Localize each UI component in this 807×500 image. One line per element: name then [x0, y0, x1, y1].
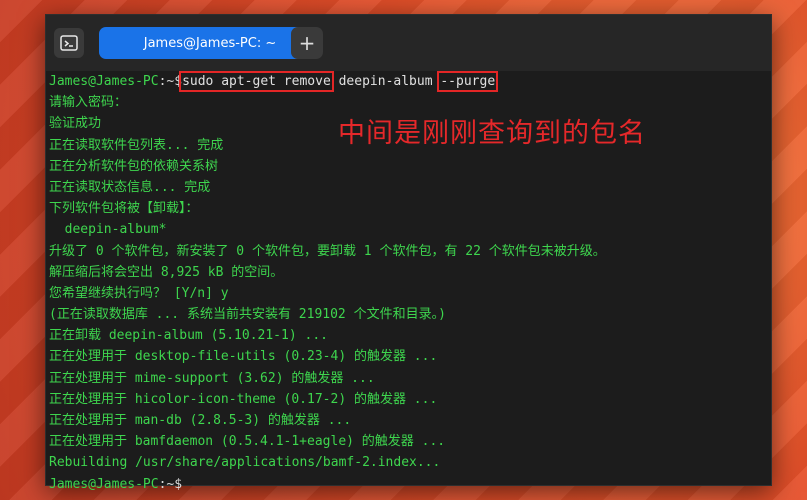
tab-title: James@James-PC: ~ [143, 35, 277, 51]
tab-terminal-session[interactable]: James@James-PC: ~ × [99, 27, 321, 59]
command-purge-flag: --purge [437, 71, 499, 92]
output-line: 正在分析软件包的依赖关系树 [49, 158, 219, 174]
output-line: 正在处理用于 mime-support (3.62) 的触发器 ... [49, 370, 375, 386]
output-line: 升级了 0 个软件包，新安装了 0 个软件包，要卸载 1 个软件包，有 22 个… [49, 243, 606, 259]
output-line: deepin-album* [49, 222, 167, 238]
terminal-window: James@James-PC: ~ × + James@James-PC:~$s… [45, 14, 772, 492]
command-line: James@James-PC:~$sudo apt-get remove dee… [49, 71, 771, 92]
output-line: 正在卸载 deepin-album (5.10.21-1) ... [49, 328, 328, 344]
output-line: (正在读取数据库 ... 系统当前共安装有 219102 个文件和目录。) [49, 307, 446, 323]
final-prompt: James@James-PC:~$ [49, 474, 771, 495]
output-line: 正在处理用于 hicolor-icon-theme (0.17-2) 的触发器 … [49, 391, 438, 407]
output-line: 您希望继续执行吗？ [Y/n] y [49, 285, 229, 301]
output-line: 正在读取状态信息... 完成 [49, 179, 211, 195]
command-remove: sudo apt-get remove [179, 71, 334, 92]
output-line: 下列软件包将被【卸载】： [49, 201, 199, 217]
output-line: 正在处理用于 desktop-file-utils (0.23-4) 的触发器 … [49, 349, 438, 365]
prompt-user-host: James@James-PC [49, 476, 159, 492]
annotation-text: 中间是刚刚查询到的包名 [338, 118, 646, 149]
prompt-user-host: James@James-PC [49, 74, 159, 89]
prompt-dollar: $ [174, 74, 183, 89]
new-tab-button[interactable]: + [291, 27, 323, 59]
terminal-menu-button[interactable] [54, 28, 84, 58]
plus-icon: + [298, 31, 316, 55]
command-package: deepin-album [330, 74, 441, 89]
output-line: Rebuilding /usr/share/applications/bamf-… [49, 455, 441, 471]
output-line: 正在处理用于 man-db (2.8.5-3) 的触发器 ... [49, 413, 352, 428]
output-line: 解压缩后将会空出 8,925 kB 的空间。 [49, 264, 284, 280]
title-bar: James@James-PC: ~ × + [46, 15, 771, 71]
terminal-icon [60, 35, 78, 51]
prompt-dollar: $ [174, 476, 183, 492]
output-line: 正在处理用于 bamfdaemon (0.5.4.1-1+eagle) 的触发器… [49, 434, 446, 450]
